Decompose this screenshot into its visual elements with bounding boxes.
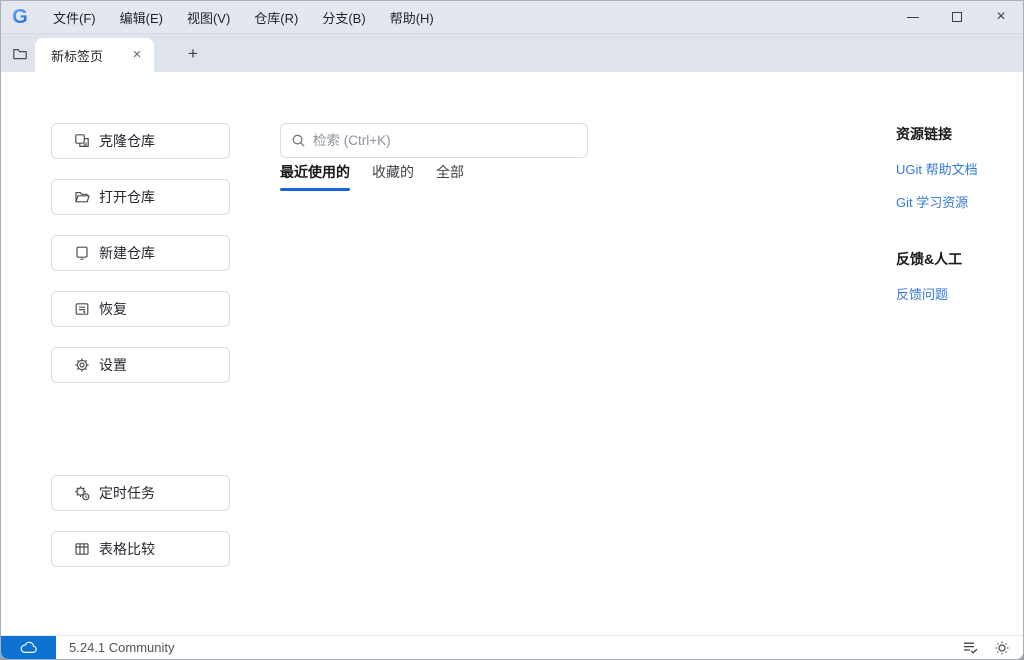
cloud-status-button[interactable]	[1, 635, 56, 659]
link-feedback-issue[interactable]: 反馈问题	[896, 284, 1018, 303]
clone-repo-icon	[74, 133, 90, 149]
resource-links-heading: 资源链接	[896, 126, 952, 142]
table-compare-button[interactable]: 表格比较	[51, 531, 230, 567]
filter-tab-all[interactable]: 全部	[436, 162, 464, 191]
home-button-label: 定时任务	[99, 485, 155, 501]
menu-edit[interactable]: 编辑(E)	[108, 3, 175, 32]
maximize-button[interactable]	[935, 1, 979, 33]
close-icon: ×	[996, 8, 1006, 25]
statusbar-right	[959, 638, 1023, 658]
new-repo-button[interactable]: 新建仓库	[51, 235, 230, 271]
tab-new-page[interactable]: 新标签页 ×	[35, 38, 154, 72]
new-repo-icon	[74, 245, 90, 261]
task-log-button[interactable]	[959, 638, 981, 658]
search-box	[280, 123, 588, 158]
repo-filter-tabs: 最近使用的 收藏的 全部	[280, 162, 486, 191]
filter-tab-favorites[interactable]: 收藏的	[372, 162, 414, 191]
menu-file[interactable]: 文件(F)	[41, 3, 108, 32]
tabbar: 新标签页 × +	[1, 34, 1023, 72]
sun-icon	[994, 640, 1010, 656]
menu-branch[interactable]: 分支(B)	[310, 3, 377, 32]
scheduled-task-icon	[74, 485, 90, 501]
settings-button[interactable]: 设置	[51, 347, 230, 383]
app-version-label: 5.24.1 Community	[69, 640, 175, 655]
feedback-heading: 反馈&人工	[896, 251, 963, 267]
link-git-learning[interactable]: Git 学习资源	[896, 192, 1018, 211]
settings-icon	[74, 357, 90, 373]
maximize-icon	[952, 12, 962, 22]
app-logo-icon: G	[9, 6, 31, 28]
cloud-icon	[20, 641, 38, 654]
clone-repo-button[interactable]: 克隆仓库	[51, 123, 230, 159]
menu-help[interactable]: 帮助(H)	[378, 3, 446, 32]
link-ugit-help-docs[interactable]: UGit 帮助文档	[896, 159, 1018, 178]
menu-repo[interactable]: 仓库(R)	[242, 3, 310, 32]
search-input[interactable]	[313, 133, 577, 148]
tab-close-icon[interactable]: ×	[128, 46, 146, 64]
minimize-button[interactable]	[891, 1, 935, 33]
filter-tab-recent[interactable]: 最近使用的	[280, 162, 350, 191]
tab-list-button[interactable]	[7, 41, 33, 67]
titlebar: G 文件(F) 编辑(E) 视图(V) 仓库(R) 分支(B) 帮助(H) ×	[1, 1, 1023, 34]
home-button-label: 设置	[99, 357, 127, 373]
app-window: G 文件(F) 编辑(E) 视图(V) 仓库(R) 分支(B) 帮助(H) × …	[0, 0, 1024, 660]
restore-icon	[74, 301, 90, 317]
home-button-label: 表格比较	[99, 541, 155, 557]
home-button-label: 恢复	[99, 301, 127, 317]
scheduled-task-button[interactable]: 定时任务	[51, 475, 230, 511]
home-button-label: 打开仓库	[99, 189, 155, 205]
home-button-label: 新建仓库	[99, 245, 155, 261]
new-tab-button[interactable]: +	[180, 41, 206, 67]
main-content: 克隆仓库 打开仓库 新建仓库 恢复 设置 定时任务 表格比较 检索 (Ctrl+…	[1, 72, 1023, 635]
folder-icon	[12, 46, 28, 62]
tab-label: 新标签页	[51, 48, 104, 64]
theme-toggle-button[interactable]	[991, 638, 1013, 658]
resource-links-panel: 资源链接 UGit 帮助文档 Git 学习资源 反馈&人工 反馈问题	[896, 124, 1018, 317]
table-compare-icon	[74, 541, 90, 557]
open-repo-button[interactable]: 打开仓库	[51, 179, 230, 215]
search-icon	[291, 133, 306, 148]
close-button[interactable]: ×	[979, 1, 1023, 33]
list-check-icon	[962, 640, 979, 655]
minimize-icon	[907, 16, 919, 18]
window-controls: ×	[891, 1, 1023, 33]
menu-view[interactable]: 视图(V)	[175, 3, 242, 32]
statusbar: 5.24.1 Community	[1, 635, 1023, 659]
restore-button[interactable]: 恢复	[51, 291, 230, 327]
home-button-label: 克隆仓库	[99, 133, 155, 149]
open-repo-icon	[74, 189, 90, 205]
